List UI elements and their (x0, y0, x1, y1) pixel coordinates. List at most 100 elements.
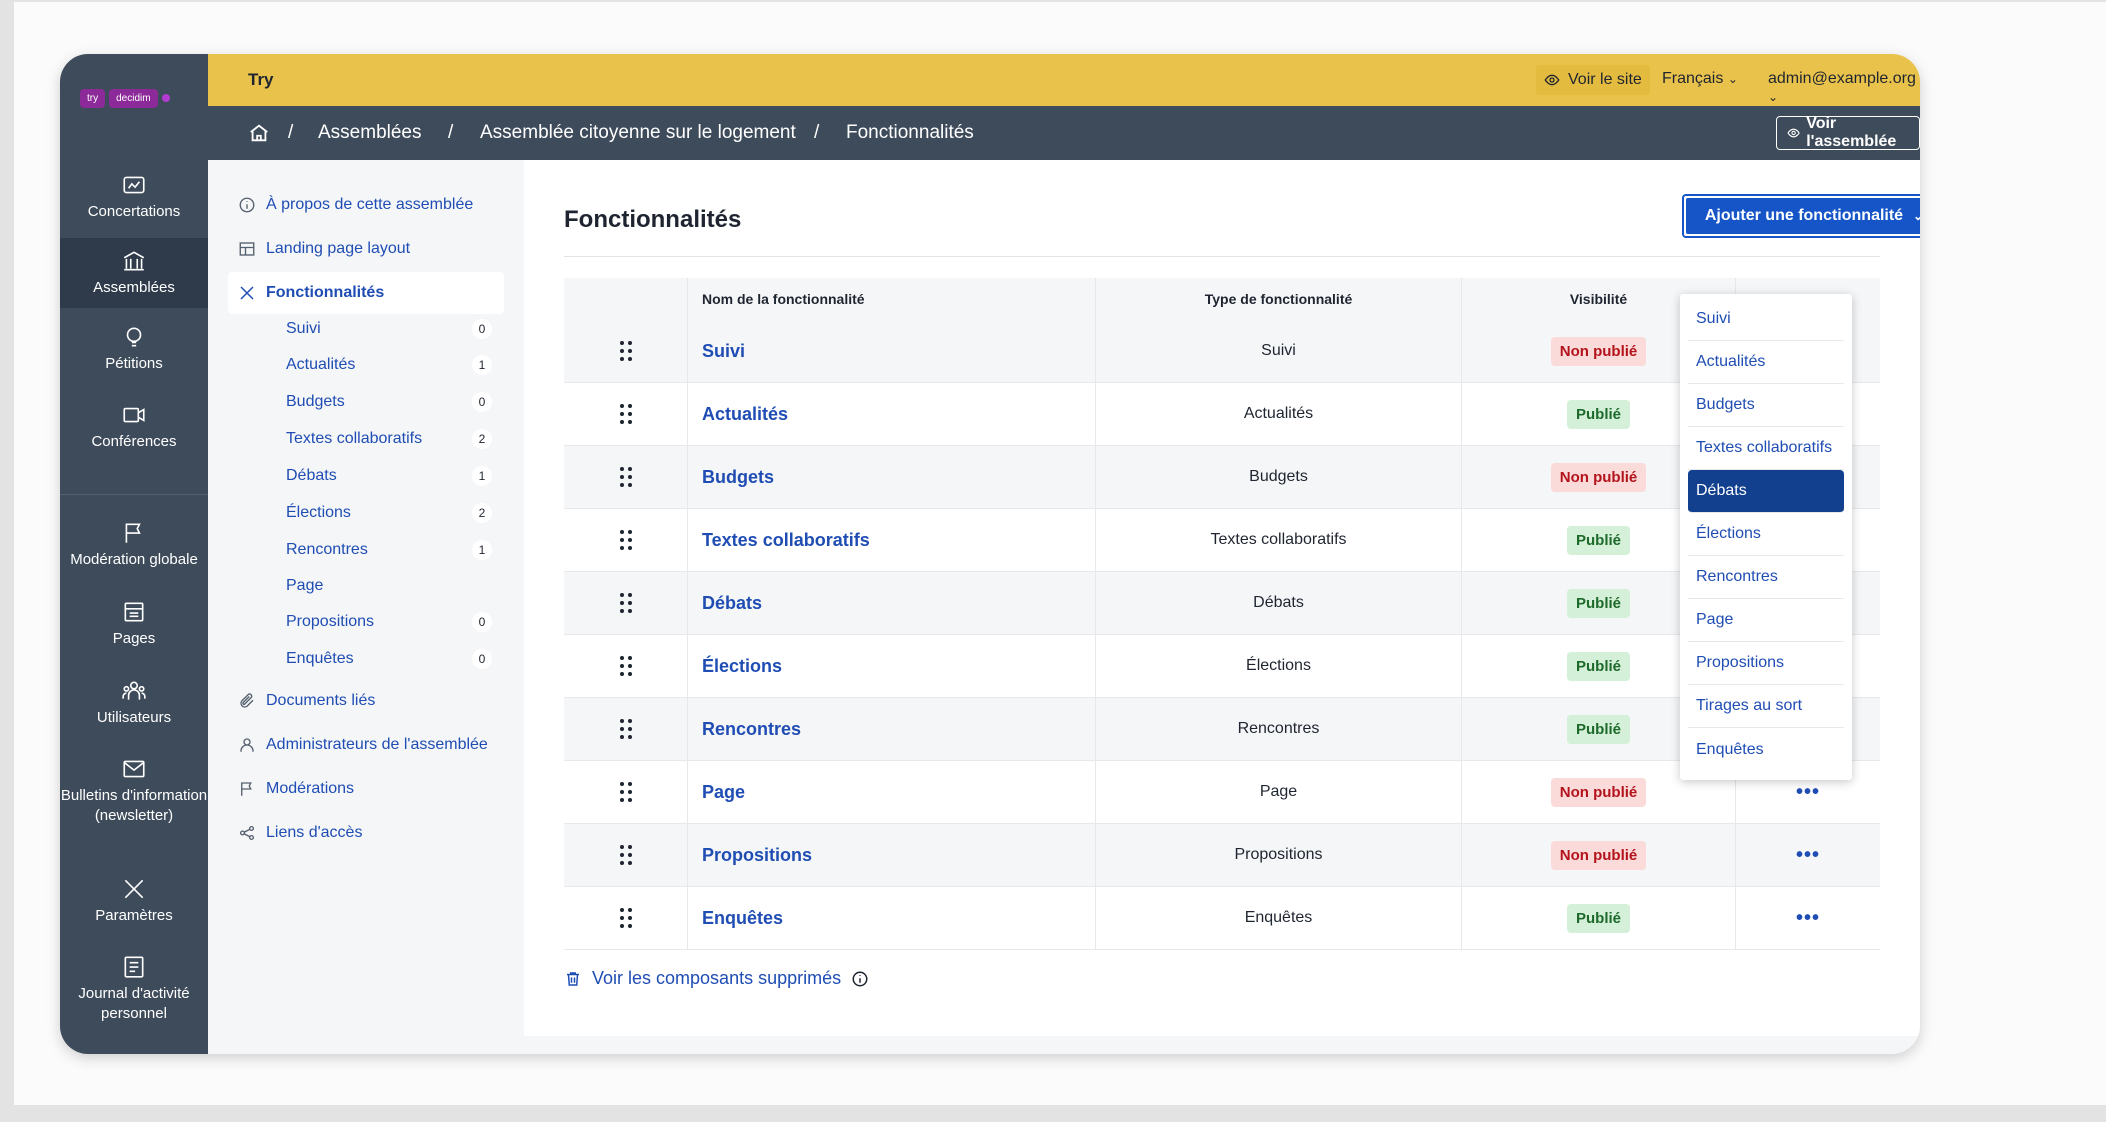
user-email: admin@example.org (1768, 70, 1916, 87)
drag-handle[interactable] (564, 572, 688, 634)
subnav-documents[interactable]: Documents liés (228, 680, 504, 722)
subnav-component-rencontres[interactable]: Rencontres 1 (286, 535, 492, 565)
dropdown-item[interactable]: Budgets (1688, 384, 1844, 427)
status-badge: Publié (1566, 651, 1630, 681)
subnav-liens[interactable]: Liens d'accès (228, 812, 504, 854)
component-name-link[interactable]: Budgets (702, 467, 774, 488)
nav-utilisateurs[interactable]: Utilisateurs (60, 678, 208, 740)
drag-handle[interactable] (564, 320, 688, 382)
drag-handle[interactable] (564, 635, 688, 697)
page-title: Fonctionnalités (564, 206, 742, 233)
component-name-link[interactable]: Propositions (702, 845, 812, 866)
nav-petitions[interactable]: Pétitions (60, 324, 208, 386)
deleted-components-link[interactable]: Voir les composants supprimés (564, 968, 869, 989)
status-badge: Publié (1566, 399, 1630, 429)
component-label: Élections (286, 504, 351, 521)
chevron-down-icon: ⌄ (1768, 90, 1779, 104)
status-badge: Publié (1566, 588, 1630, 618)
add-component-label: Ajouter une fonctionnalité (1704, 207, 1904, 224)
more-actions-icon[interactable]: ••• (1796, 844, 1820, 867)
home-icon[interactable] (248, 122, 270, 144)
nav-bulletins[interactable]: Bulletins d'information (newsletter) (60, 756, 208, 856)
dropdown-item[interactable]: Élections (1688, 513, 1844, 556)
info-icon[interactable] (851, 970, 869, 988)
more-actions-icon[interactable]: ••• (1796, 907, 1820, 930)
component-name-link[interactable]: Page (702, 782, 745, 803)
decidim-logo[interactable]: try decidim (80, 86, 170, 110)
component-name-link[interactable]: Suivi (702, 341, 745, 362)
dropdown-item[interactable]: Enquêtes (1688, 728, 1844, 771)
breadcrumb-assemblees[interactable]: Assemblées (318, 122, 422, 144)
share-icon (239, 825, 255, 841)
dropdown-item[interactable]: Propositions (1688, 642, 1844, 685)
component-label: Enquêtes (286, 650, 354, 667)
component-name-link[interactable]: Débats (702, 593, 762, 614)
drag-handle[interactable] (564, 446, 688, 508)
bulb-icon (126, 327, 142, 347)
subnav-component-enquetes[interactable]: Enquêtes 0 (286, 644, 492, 674)
breadcrumb-separator: / (288, 122, 294, 143)
drag-handle[interactable] (564, 887, 688, 949)
dropdown-item[interactable]: Page (1688, 599, 1844, 642)
component-label: Propositions (286, 613, 375, 630)
subnav-apropos[interactable]: À propos de cette assemblée (228, 184, 504, 226)
subnav-component-elections[interactable]: Élections 2 (286, 498, 492, 528)
breadcrumb: / Assemblées / Assemblée citoyenne sur l… (208, 106, 1920, 160)
subnav-admins[interactable]: Administrateurs de l'assemblée (228, 724, 504, 766)
dropdown-item[interactable]: Textes collaboratifs (1688, 427, 1844, 470)
drag-handle[interactable] (564, 509, 688, 571)
component-name-link[interactable]: Enquêtes (702, 908, 783, 929)
dropdown-item[interactable]: Suivi (1688, 298, 1844, 341)
more-actions-icon[interactable]: ••• (1796, 781, 1820, 804)
concertation-icon (123, 176, 145, 194)
component-count: 1 (472, 466, 492, 486)
user-menu[interactable]: admin@example.org ⌄ (1768, 70, 1920, 106)
voir-assemblee-label: Voir l'assemblée (1806, 115, 1897, 150)
component-name-link[interactable]: Actualités (702, 404, 788, 425)
component-name-link[interactable]: Élections (702, 656, 782, 677)
nav-pages[interactable]: Pages (60, 599, 208, 661)
drag-handle[interactable] (564, 698, 688, 760)
subnav-component-suivi[interactable]: Suivi 0 (286, 314, 492, 344)
dropdown-item[interactable]: Actualités (1688, 341, 1844, 384)
subnav-component-textes[interactable]: Textes collaboratifs 2 (286, 424, 492, 454)
nav-moderation-globale[interactable]: Modération globale (60, 520, 208, 582)
subnav-component-budgets[interactable]: Budgets 0 (286, 387, 492, 417)
nav-assemblees[interactable]: Assemblées (60, 238, 208, 308)
breadcrumb-assemblee[interactable]: Assemblée citoyenne sur le logement (480, 122, 796, 144)
dropdown-item[interactable]: Tirages au sort (1688, 685, 1844, 728)
subnav-component-actualites[interactable]: Actualités 1 (286, 350, 492, 380)
drag-handle[interactable] (564, 383, 688, 445)
dropdown-item[interactable]: Rencontres (1688, 556, 1844, 599)
header-name: Nom de la fonctionnalité (688, 278, 1096, 320)
subnav-moderations[interactable]: Modérations (228, 768, 504, 810)
voir-site-button[interactable]: Voir le site (1536, 65, 1650, 95)
deleted-components-label: Voir les composants supprimés (592, 968, 842, 988)
drag-handle[interactable] (564, 761, 688, 823)
nav-parametres[interactable]: Paramètres (60, 876, 208, 938)
subnav-fonctionnalites[interactable]: Fonctionnalités (228, 272, 504, 314)
voir-assemblee-button[interactable]: Voir l'assemblée (1776, 115, 1920, 150)
table-row: Propositions Propositions Non publié ••• (564, 824, 1880, 887)
add-component-button[interactable]: Ajouter une fonctionnalité ⌄ (1682, 194, 1920, 238)
drag-handle[interactable] (564, 824, 688, 886)
component-name-link[interactable]: Rencontres (702, 719, 801, 740)
subnav-component-debats[interactable]: Débats 1 (286, 461, 492, 491)
subnav-component-page[interactable]: Page (286, 571, 492, 601)
trash-icon (567, 971, 579, 986)
nav-concertations[interactable]: Concertations (60, 168, 208, 230)
component-name-link[interactable]: Textes collaboratifs (702, 530, 870, 551)
language-select[interactable]: Français ⌄ (1662, 70, 1738, 88)
nav-journal[interactable]: Journal d'activité personnel (60, 954, 208, 1038)
drag-handle-icon (619, 782, 632, 802)
subnav-component-propositions[interactable]: Propositions 0 (286, 607, 492, 637)
dropdown-item[interactable]: Débats (1688, 470, 1844, 513)
video-icon (123, 407, 145, 423)
nav-conferences[interactable]: Conférences (60, 402, 208, 464)
voir-site-label: Voir le site (1568, 71, 1642, 88)
chevron-down-icon: ⌄ (1727, 72, 1738, 86)
info-icon (239, 197, 255, 213)
nav-label: Journal d'activité personnel (78, 985, 190, 1022)
subnav-landing[interactable]: Landing page layout (228, 228, 504, 270)
component-type: Propositions (1234, 846, 1323, 863)
